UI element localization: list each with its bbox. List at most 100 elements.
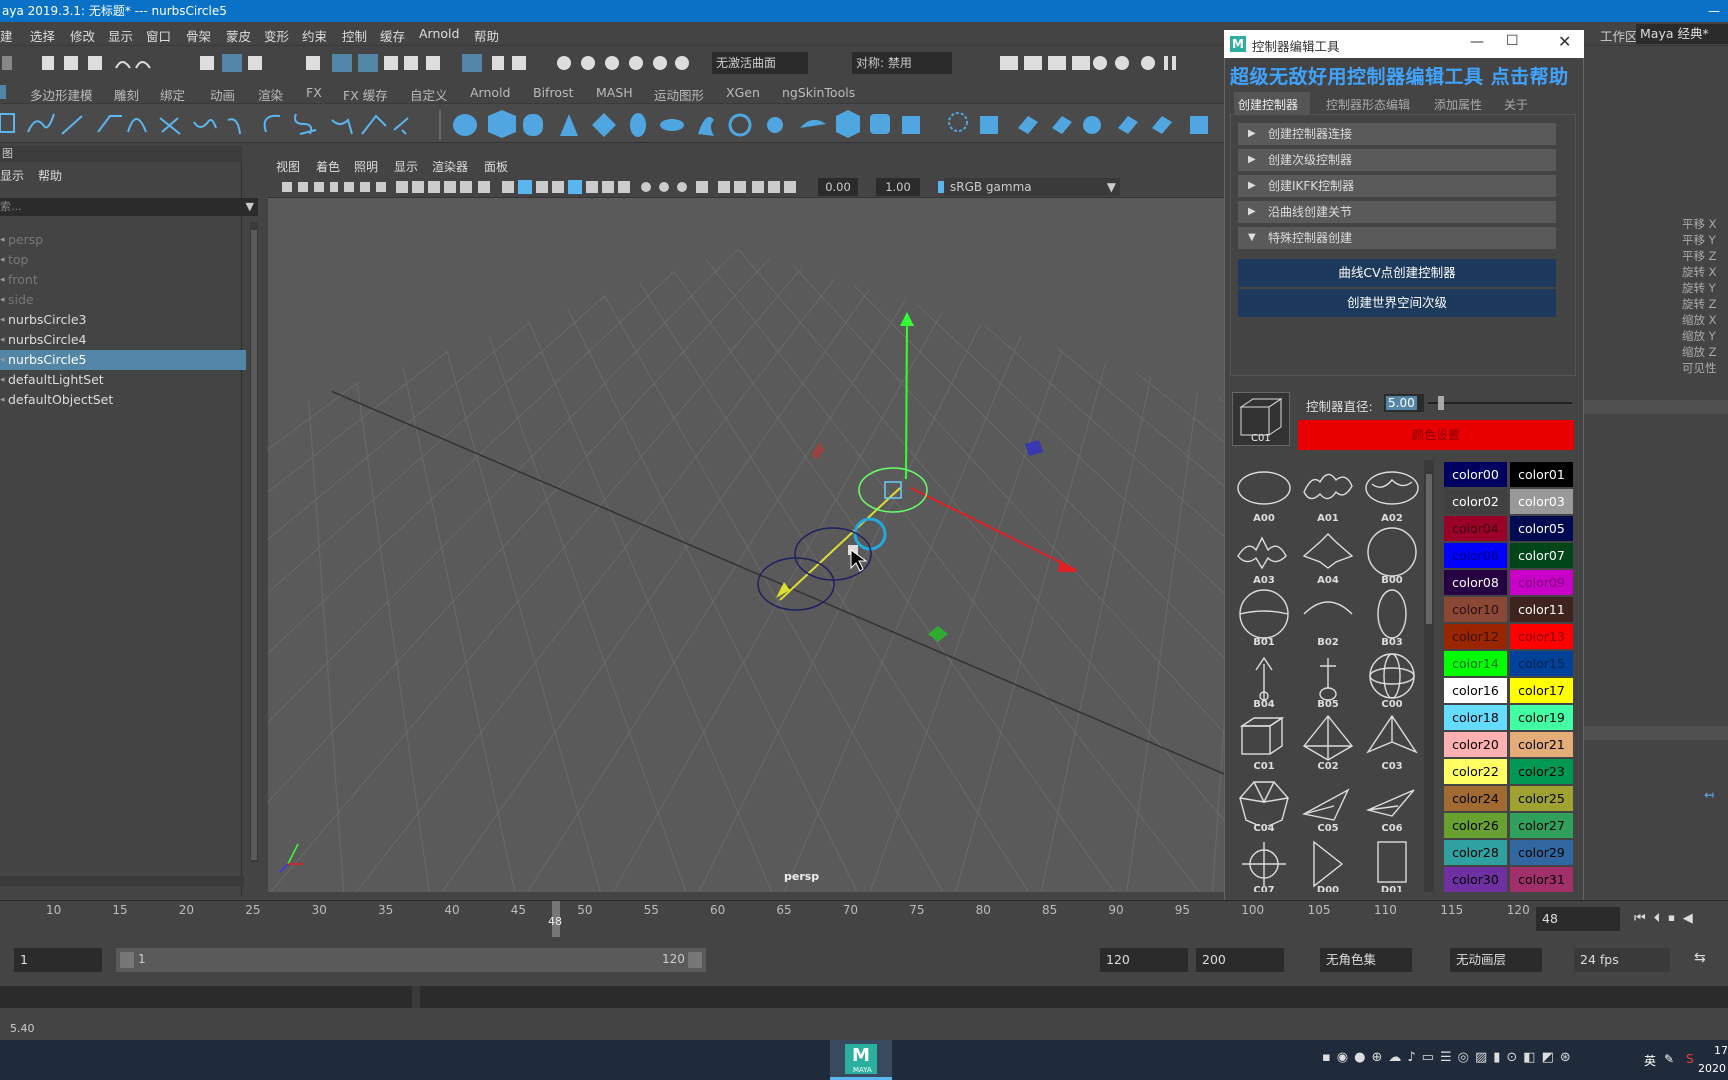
shelf-tab-rendering[interactable]: 渲染 bbox=[258, 85, 283, 104]
menu-item-arnold[interactable]: Arnold bbox=[419, 26, 459, 41]
color-swatch[interactable]: color12 bbox=[1444, 624, 1507, 649]
color-swatch[interactable]: color29 bbox=[1510, 840, 1573, 865]
controller-tool-banner[interactable]: 超级无敌好用控制器编辑工具 点击帮助 bbox=[1230, 62, 1569, 89]
color-swatch[interactable]: color23 bbox=[1510, 759, 1573, 784]
scrollbar-thumb[interactable] bbox=[1426, 474, 1432, 624]
shelf-tab-ngskintools[interactable]: ngSkinTools bbox=[782, 85, 855, 100]
tab-shape-edit[interactable]: 控制器形态编辑 bbox=[1326, 96, 1410, 113]
outliner-item[interactable]: ◂ defaultLightSet bbox=[0, 370, 246, 390]
slider-handle[interactable] bbox=[1438, 396, 1444, 410]
channel-attr[interactable]: 旋转 X bbox=[1682, 264, 1717, 280]
collapsible-section[interactable]: ▶ 创建次级控制器 bbox=[1238, 149, 1556, 171]
channel-attr[interactable]: 可见性 bbox=[1682, 360, 1717, 376]
channel-attr[interactable]: 缩放 Z bbox=[1682, 344, 1717, 360]
system-tray-icons[interactable]: ▪◉●⊕☁♪▭☰◎▨▮⊙◧◩⊛ bbox=[1322, 1050, 1577, 1065]
viewport-menu-lighting[interactable]: 照明 bbox=[354, 158, 378, 175]
fps-dropdown[interactable]: 24 fps bbox=[1574, 948, 1670, 972]
range-start-handle[interactable] bbox=[120, 952, 134, 968]
viewport-menu-show[interactable]: 显示 bbox=[394, 158, 418, 175]
controller-shape-b01[interactable]: B01 bbox=[1234, 588, 1294, 648]
tab-add-attr[interactable]: 添加属性 bbox=[1434, 96, 1482, 113]
expand-arrow-icon[interactable]: ◂ bbox=[0, 350, 5, 370]
collapsible-section[interactable]: ▼ 特殊控制器创建 bbox=[1238, 227, 1556, 249]
maximize-icon[interactable]: ☐ bbox=[1506, 33, 1519, 49]
controller-shape-a01[interactable]: A01 bbox=[1298, 464, 1358, 524]
shelf-tab-bifrost[interactable]: Bifrost bbox=[533, 85, 573, 100]
menu-item-cache[interactable]: 缓存 bbox=[380, 26, 405, 45]
color-swatch[interactable]: color08 bbox=[1444, 570, 1507, 595]
shelf-tab-sculpt[interactable]: 雕刻 bbox=[114, 85, 139, 104]
ime-indicator[interactable]: 英 bbox=[1644, 1052, 1656, 1069]
color-swatch[interactable]: color28 bbox=[1444, 840, 1507, 865]
color-swatch[interactable]: color25 bbox=[1510, 786, 1573, 811]
menu-item-skin[interactable]: 蒙皮 bbox=[226, 26, 251, 45]
color-swatch[interactable]: color01 bbox=[1510, 462, 1573, 487]
controller-shape-b02[interactable]: B02 bbox=[1298, 588, 1358, 648]
color-swatch[interactable]: color02 bbox=[1444, 489, 1507, 514]
color-swatch[interactable]: color05 bbox=[1510, 516, 1573, 541]
controller-shape-c02[interactable]: C02 bbox=[1298, 712, 1358, 772]
menu-item-modify[interactable]: 修改 bbox=[70, 26, 95, 45]
channel-attr[interactable]: 旋转 Y bbox=[1682, 280, 1716, 296]
controller-shape-b03[interactable]: B03 bbox=[1362, 588, 1422, 648]
range-slider[interactable]: 1 120 bbox=[116, 948, 706, 972]
diameter-input[interactable]: 5.00 bbox=[1384, 394, 1424, 412]
outliner-menu-help[interactable]: 帮助 bbox=[38, 167, 62, 184]
diameter-slider[interactable] bbox=[1428, 396, 1572, 410]
controller-shape-c01[interactable]: C01 bbox=[1234, 712, 1294, 772]
color-swatch[interactable]: color07 bbox=[1510, 543, 1573, 568]
tab-about[interactable]: 关于 bbox=[1504, 96, 1528, 113]
expand-arrow-icon[interactable]: ◂ bbox=[0, 250, 5, 270]
shelf-tab-custom[interactable]: 自定义 bbox=[410, 85, 448, 104]
expand-arrow-icon[interactable]: ◂ bbox=[0, 230, 5, 250]
color-swatch[interactable]: color26 bbox=[1444, 813, 1507, 838]
mel-input[interactable] bbox=[0, 986, 412, 1008]
color-swatch[interactable]: color11 bbox=[1510, 597, 1573, 622]
menu-item-deform[interactable]: 变形 bbox=[264, 26, 289, 45]
controller-shape-c03[interactable]: C03 bbox=[1362, 712, 1422, 772]
controller-shape-c07[interactable]: C07 bbox=[1234, 836, 1294, 892]
controller-shape-a04[interactable]: A04 bbox=[1298, 526, 1358, 586]
menu-item-create[interactable]: 建 bbox=[0, 26, 13, 45]
live-surface-field[interactable]: 无激活曲面 bbox=[712, 52, 808, 74]
outliner-item[interactable]: ◂ side bbox=[0, 290, 246, 310]
close-icon[interactable]: ✕ bbox=[1558, 32, 1571, 51]
maya-taskbar-button[interactable]: M MAYA bbox=[830, 1040, 892, 1080]
end-frame-field[interactable]: 120 bbox=[1100, 948, 1188, 972]
color-space-dropdown[interactable]: sRGB gamma ▼ bbox=[944, 178, 1120, 196]
controller-shape-a00[interactable]: A00 bbox=[1234, 464, 1294, 524]
gamma-field[interactable]: 1.00 bbox=[876, 178, 920, 196]
color-swatch[interactable]: color16 bbox=[1444, 678, 1507, 703]
color-swatch[interactable]: color06 bbox=[1444, 543, 1507, 568]
color-swatch[interactable]: color27 bbox=[1510, 813, 1573, 838]
antivirus-icon[interactable]: S bbox=[1686, 1052, 1694, 1066]
outliner-hscrollbar[interactable] bbox=[0, 876, 244, 886]
controller-shape-a03[interactable]: A03 bbox=[1234, 526, 1294, 586]
outliner-item[interactable]: ◂ nurbsCircle4 bbox=[0, 330, 246, 350]
shelf-tab-fx-cache[interactable]: FX 缓存 bbox=[343, 85, 388, 104]
menu-item-display[interactable]: 显示 bbox=[108, 26, 133, 45]
shelf-tab-fx[interactable]: FX bbox=[306, 85, 322, 100]
outliner-item[interactable]: ◂ nurbsCircle3 bbox=[0, 310, 246, 330]
workspace-select[interactable]: Maya 经典* bbox=[1636, 24, 1728, 44]
color-swatch[interactable]: color20 bbox=[1444, 732, 1507, 757]
time-slider[interactable]: 10 15 20 25 30 35 40 45 50 55 60 65 70 75 80 85 90 95 100 1… bbox=[0, 900, 1728, 937]
controller-shape-b04[interactable]: B04 bbox=[1234, 650, 1294, 710]
color-swatch[interactable]: color22 bbox=[1444, 759, 1507, 784]
menu-item-select[interactable]: 选择 bbox=[30, 26, 55, 45]
expand-arrow-icon[interactable]: ◂ bbox=[0, 330, 5, 350]
viewport-menu-renderer[interactable]: 渲染器 bbox=[432, 158, 468, 175]
color-swatch[interactable]: color31 bbox=[1510, 867, 1573, 892]
chevron-down-icon[interactable]: ▼ bbox=[246, 198, 254, 216]
color-swatch[interactable]: color09 bbox=[1510, 570, 1573, 595]
color-swatch[interactable]: color21 bbox=[1510, 732, 1573, 757]
gallery-scrollbar[interactable] bbox=[1424, 460, 1434, 892]
color-swatch[interactable]: color18 bbox=[1444, 705, 1507, 730]
menu-item-window[interactable]: 窗口 bbox=[146, 26, 171, 45]
start-frame-field[interactable]: 1 bbox=[14, 948, 102, 972]
playback-controls[interactable]: ⏮⏴⏹◀ bbox=[1634, 911, 1701, 926]
viewport-menu-view[interactable]: 视图 bbox=[276, 158, 300, 175]
grid-scene[interactable] bbox=[268, 154, 1224, 892]
color-swatch[interactable]: color17 bbox=[1510, 678, 1573, 703]
collapsible-section[interactable]: ▶ 创建控制器连接 bbox=[1238, 123, 1556, 145]
